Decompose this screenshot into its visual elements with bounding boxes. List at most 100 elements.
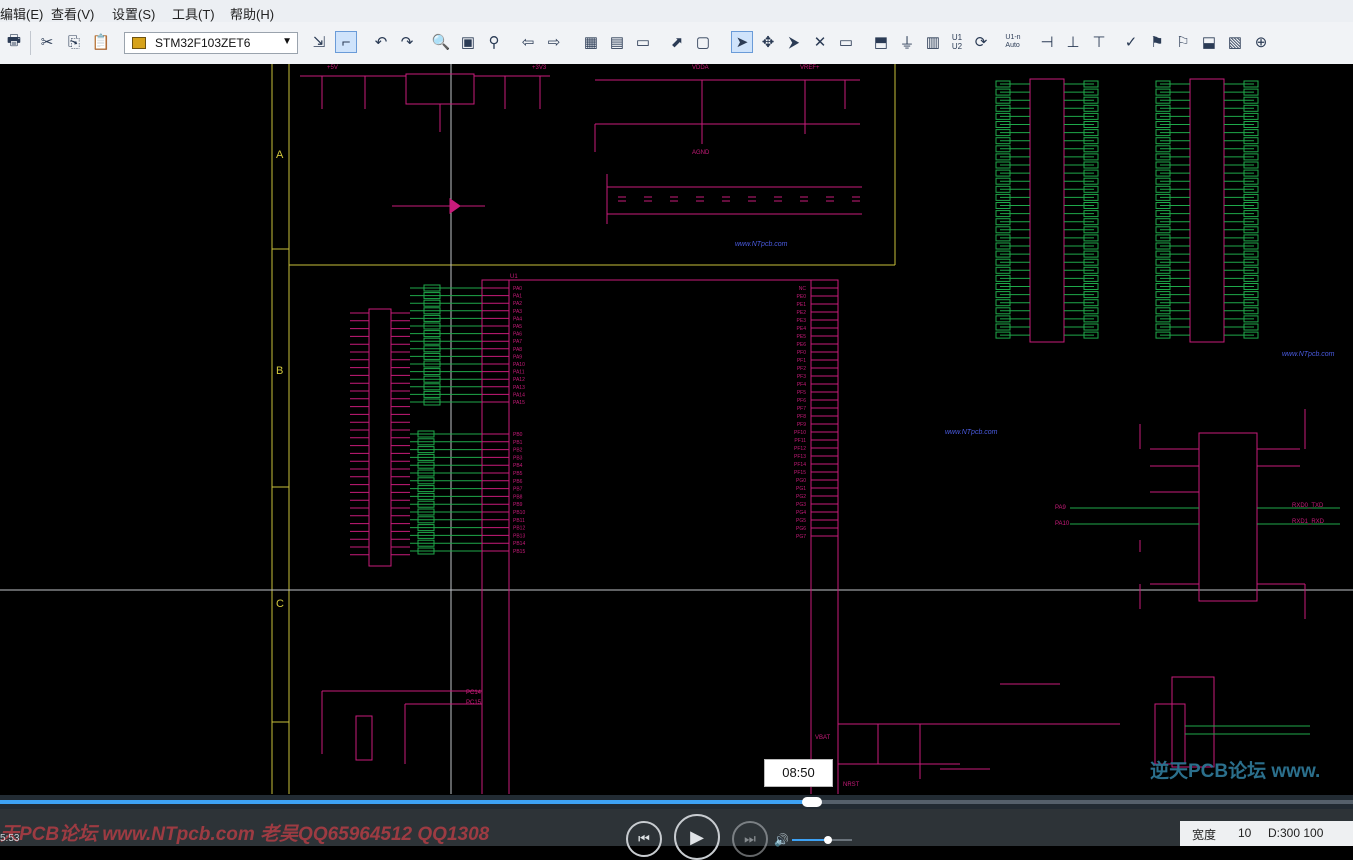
mcu-pin-label: PB7 bbox=[513, 487, 523, 493]
probe-icon[interactable]: ⚲ bbox=[483, 31, 505, 53]
mcu-pin-label: PB0 bbox=[513, 432, 523, 438]
sheet-icon[interactable]: ▦ bbox=[580, 31, 602, 53]
export-icon[interactable]: ⬈ bbox=[666, 31, 688, 53]
attributes-icon[interactable]: ▭ bbox=[835, 31, 857, 53]
net-agnd: AGND bbox=[692, 150, 710, 156]
net-port-icon[interactable]: ⊤ bbox=[1088, 31, 1110, 53]
mcu-pin-label: PF12 bbox=[794, 446, 806, 452]
capacitor-row bbox=[618, 196, 860, 202]
rotate-icon[interactable]: ⟳ bbox=[970, 31, 992, 53]
print-icon[interactable]: 🖶 bbox=[3, 31, 25, 53]
video-progress-bar[interactable] bbox=[0, 795, 1353, 809]
mcu-pin-label: PA10 bbox=[513, 362, 525, 368]
place-part-icon[interactable]: ⬒ bbox=[870, 31, 892, 53]
mcu-pin-label: PE4 bbox=[797, 326, 807, 332]
mcu-pin-label: PB5 bbox=[513, 471, 523, 477]
volume-slider[interactable] bbox=[792, 836, 852, 844]
watermark-3: www.NTpcb.com bbox=[1282, 351, 1335, 358]
net-5v: +5V bbox=[327, 65, 338, 71]
net-pc14: PC14 bbox=[466, 690, 482, 696]
mcu-pin-label: PB9 bbox=[513, 502, 523, 508]
mcu-pin-label: PF6 bbox=[797, 398, 806, 404]
drc-icon[interactable]: ✓ bbox=[1120, 31, 1142, 53]
bom-icon[interactable]: ⚑ bbox=[1146, 31, 1168, 53]
copy-icon[interactable]: ⎘ bbox=[63, 31, 85, 53]
usb-frame bbox=[1171, 676, 1215, 768]
menu-edit[interactable]: 编辑(E) bbox=[0, 4, 43, 23]
window-icon[interactable]: ▢ bbox=[692, 31, 714, 53]
mcu-pin-label: PA14 bbox=[513, 392, 525, 398]
mcu-pin-label: PG7 bbox=[796, 534, 806, 540]
mcu-pin-label: PE5 bbox=[797, 334, 807, 340]
pcb-icon[interactable]: ⊕ bbox=[1250, 31, 1272, 53]
net-vbat: VBAT bbox=[815, 735, 831, 741]
net-vref: VREF+ bbox=[800, 65, 820, 71]
mcu-pin-label: PB13 bbox=[513, 533, 525, 539]
mcu-pin-label: PG5 bbox=[796, 518, 806, 524]
mcu-pin-label: PF5 bbox=[797, 390, 806, 396]
usb-nets bbox=[1185, 725, 1310, 735]
mcu-pin-label: PB14 bbox=[513, 541, 525, 547]
seek-time-tooltip: 08:50 bbox=[764, 759, 833, 787]
progress-knob[interactable] bbox=[801, 797, 822, 807]
net-label-icon[interactable]: ⊥ bbox=[1062, 31, 1084, 53]
mcu-pin-label: PB8 bbox=[513, 494, 523, 500]
mcu-pin-label: PE2 bbox=[797, 310, 807, 316]
mcu-left-pins: PA0PA1PA2PA3PA4PA5PA6PA7PA8PA9PA10PA11PA… bbox=[482, 286, 525, 555]
menu-settings[interactable]: 设置(S) bbox=[112, 4, 155, 23]
delete-icon[interactable]: ✕ bbox=[809, 31, 831, 53]
net-icon[interactable]: ⊣ bbox=[1036, 31, 1058, 53]
mcu-pin-label: PG4 bbox=[796, 510, 806, 516]
next-button[interactable]: ⏭ bbox=[732, 821, 768, 857]
mcu-body bbox=[508, 279, 812, 794]
mcu-pin-label: PB12 bbox=[513, 526, 525, 532]
current-time: 5:53 bbox=[0, 833, 20, 844]
menu-view[interactable]: 查看(V) bbox=[51, 4, 94, 23]
rs232-transceiver bbox=[1198, 432, 1258, 602]
schematic-drawing: A B C U1 PA0PA1PA2PA3PA4PA5PA6PA7PA8PA9P… bbox=[0, 64, 1353, 794]
wire-mode-icon[interactable]: ⌐ bbox=[335, 31, 357, 53]
net-nrst: NRST bbox=[843, 782, 860, 788]
menu-tools[interactable]: 工具(T) bbox=[172, 4, 215, 23]
find-component-icon[interactable]: ▣ bbox=[457, 31, 479, 53]
mcu-pin-strip-left bbox=[481, 279, 510, 794]
mcu-pin-label: PE3 bbox=[797, 318, 807, 324]
place-bus-icon[interactable]: ▥ bbox=[922, 31, 944, 53]
netlist-icon[interactable]: ▧ bbox=[1224, 31, 1246, 53]
mcu-pin-label: PG0 bbox=[796, 478, 806, 484]
select-filter-icon[interactable]: ⇲ bbox=[308, 31, 330, 53]
previous-button[interactable]: ⏮ bbox=[626, 821, 662, 857]
schematic-canvas[interactable]: A B C U1 PA0 PA1 PA2 PA3 PA4 PA5 PA6 PA7… bbox=[0, 64, 1353, 794]
annotate-icon[interactable]: U1 U2 bbox=[946, 31, 968, 53]
sheet-prev-icon[interactable]: ⇦ bbox=[517, 31, 539, 53]
part-selector[interactable]: STM32F103ZET6 ▼ bbox=[124, 32, 298, 54]
mcu-pin-label: PE1 bbox=[797, 302, 807, 308]
volume-icon[interactable]: 🔊 bbox=[774, 833, 789, 847]
net-pc15: PC15 bbox=[466, 700, 482, 706]
zoom-icon[interactable]: 🔍 bbox=[430, 31, 452, 53]
play-button[interactable]: ▶ bbox=[674, 814, 720, 860]
mcu-pin-label: PF9 bbox=[797, 422, 806, 428]
mcu-pin-label: PG6 bbox=[796, 526, 806, 532]
redo-icon[interactable]: ↷ bbox=[396, 31, 418, 53]
auto-annotate-icon[interactable]: U1-n Auto bbox=[1000, 31, 1026, 53]
report-icon[interactable]: ⬓ bbox=[1198, 31, 1220, 53]
net-pa10: PA10 bbox=[1055, 521, 1070, 527]
drag-icon[interactable]: ⮞ bbox=[783, 31, 805, 53]
pointer-icon[interactable]: ➤ bbox=[731, 31, 753, 53]
move-icon[interactable]: ✥ bbox=[757, 31, 779, 53]
mcu-pin-label: PF14 bbox=[794, 462, 806, 468]
library-icon[interactable]: ⚐ bbox=[1172, 31, 1194, 53]
paste-icon[interactable]: 📋 bbox=[90, 31, 112, 53]
mcu-pin-label: PF4 bbox=[797, 382, 806, 388]
menu-help[interactable]: 帮助(H) bbox=[230, 4, 274, 23]
volume-knob[interactable] bbox=[824, 836, 832, 844]
cut-icon[interactable]: ✂ bbox=[36, 31, 58, 53]
sheet-list-icon[interactable]: ▤ bbox=[606, 31, 628, 53]
led-circuit bbox=[392, 198, 485, 214]
place-power-icon[interactable]: ⏚ bbox=[896, 31, 918, 53]
sheet-next-icon[interactable]: ⇨ bbox=[543, 31, 565, 53]
properties-icon[interactable]: ▭ bbox=[632, 31, 654, 53]
mcu-pin-label: PB6 bbox=[513, 479, 523, 485]
undo-icon[interactable]: ↶ bbox=[370, 31, 392, 53]
